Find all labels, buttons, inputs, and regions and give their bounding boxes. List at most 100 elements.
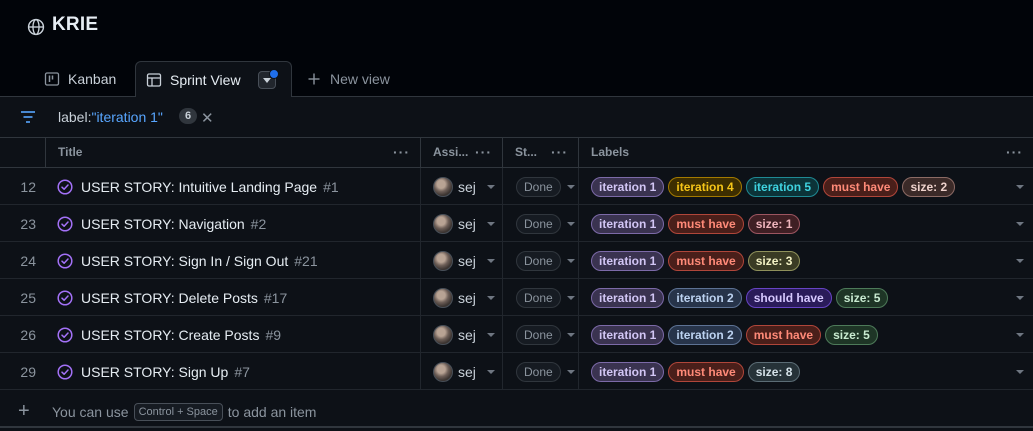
assignee-cell[interactable]: sej: [421, 168, 503, 205]
filter-bar[interactable]: label:"iteration 1" 6 ✕: [0, 97, 1033, 138]
tab-sprint-view[interactable]: Sprint View: [135, 61, 292, 98]
new-view-button[interactable]: New view: [296, 61, 406, 97]
issue-title-link[interactable]: USER STORY: Sign Up: [81, 364, 228, 380]
label-chip[interactable]: iteration 2: [668, 287, 742, 308]
issue-number[interactable]: #17: [264, 290, 287, 306]
label-chip[interactable]: iteration 1: [591, 250, 665, 271]
label-chip[interactable]: must have: [668, 250, 744, 271]
column-menu-icon[interactable]: ···: [393, 138, 410, 166]
label-chip[interactable]: size: 2: [902, 176, 956, 197]
assignee-cell[interactable]: sej: [421, 353, 503, 390]
table-row[interactable]: 24 USER STORY: Sign In / Sign Out #21 se…: [0, 242, 1033, 279]
chevron-down-icon[interactable]: [1016, 296, 1024, 300]
column-menu-icon[interactable]: ···: [1006, 138, 1023, 166]
chevron-down-icon[interactable]: [487, 185, 495, 189]
assignee-cell[interactable]: sej: [421, 242, 503, 279]
table-row[interactable]: 25 USER STORY: Delete Posts #17 sej Done…: [0, 279, 1033, 316]
header-assignees[interactable]: Assi... ···: [421, 138, 503, 168]
filter-query[interactable]: label:"iteration 1": [58, 109, 163, 125]
chevron-down-icon: [263, 78, 271, 83]
label-chip[interactable]: iteration 1: [591, 324, 665, 345]
title-cell[interactable]: USER STORY: Delete Posts #17: [46, 279, 421, 316]
status-cell[interactable]: Done: [503, 353, 579, 390]
title-cell[interactable]: USER STORY: Sign In / Sign Out #21: [46, 242, 421, 279]
column-menu-icon[interactable]: ···: [551, 138, 568, 166]
chevron-down-icon[interactable]: [1016, 333, 1024, 337]
status-cell[interactable]: Done: [503, 316, 579, 353]
issue-number[interactable]: #1: [323, 179, 339, 195]
table-row[interactable]: 23 USER STORY: Navigation #2 sej Done it…: [0, 205, 1033, 242]
chevron-down-icon[interactable]: [567, 333, 575, 337]
chevron-down-icon[interactable]: [1016, 370, 1024, 374]
header-title[interactable]: Title ···: [46, 138, 421, 168]
chevron-down-icon[interactable]: [567, 222, 575, 226]
labels-cell[interactable]: iteration 1 iteration 2 must have size: 5: [579, 316, 1033, 353]
labels-cell[interactable]: iteration 1 iteration 2 should have size: 5: [579, 279, 1033, 316]
chevron-down-icon[interactable]: [1016, 259, 1024, 263]
title-cell[interactable]: USER STORY: Navigation #2: [46, 205, 421, 242]
assignee-cell[interactable]: sej: [421, 316, 503, 353]
label-chip[interactable]: iteration 2: [668, 324, 742, 345]
chevron-down-icon[interactable]: [487, 370, 495, 374]
labels-cell[interactable]: iteration 1 must have size: 3: [579, 242, 1033, 279]
label-chip[interactable]: size: 5: [825, 324, 878, 345]
labels-cell[interactable]: iteration 1 iteration 4 iteration 5 must ha…: [579, 168, 1033, 205]
title-cell[interactable]: USER STORY: Sign Up #7: [46, 353, 421, 390]
header-status[interactable]: St... ···: [503, 138, 579, 168]
label-chip[interactable]: iteration 5: [745, 176, 820, 197]
issue-title-link[interactable]: USER STORY: Delete Posts: [81, 290, 258, 306]
chevron-down-icon[interactable]: [1016, 222, 1024, 226]
label-chip[interactable]: should have: [745, 287, 832, 308]
label-chip[interactable]: iteration 4: [668, 176, 742, 197]
chevron-down-icon[interactable]: [567, 296, 575, 300]
issue-title-link[interactable]: USER STORY: Sign In / Sign Out: [81, 253, 288, 269]
label-chip[interactable]: iteration 1: [591, 361, 665, 382]
table-row[interactable]: 12 USER STORY: Intuitive Landing Page #1…: [0, 168, 1033, 205]
header-labels[interactable]: Labels ···: [579, 138, 1033, 168]
label-chip[interactable]: iteration 1: [591, 213, 665, 234]
add-item-plus-icon[interactable]: +: [18, 400, 30, 423]
issue-title-link[interactable]: USER STORY: Create Posts: [81, 327, 259, 343]
status-cell[interactable]: Done: [503, 168, 579, 205]
assignee-cell[interactable]: sej: [421, 279, 503, 316]
issue-title-link[interactable]: USER STORY: Navigation: [81, 216, 245, 232]
label-chip[interactable]: size: 8: [747, 361, 801, 382]
label-chip[interactable]: must have: [823, 176, 899, 197]
label-chip[interactable]: must have: [745, 324, 822, 345]
table-row[interactable]: 26 USER STORY: Create Posts #9 sej Done …: [0, 316, 1033, 353]
issue-number[interactable]: #7: [234, 364, 250, 380]
tab-kanban[interactable]: Kanban: [34, 61, 134, 97]
assignee-cell[interactable]: sej: [421, 205, 503, 242]
issue-number[interactable]: #21: [294, 253, 317, 269]
issue-title-link[interactable]: USER STORY: Intuitive Landing Page: [81, 179, 317, 195]
status-cell[interactable]: Done: [503, 205, 579, 242]
status-cell[interactable]: Done: [503, 242, 579, 279]
chevron-down-icon[interactable]: [487, 222, 495, 226]
label-chip[interactable]: size: 5: [835, 287, 889, 308]
chevron-down-icon[interactable]: [1016, 185, 1024, 189]
add-item-row[interactable]: + You can use Control + Space to add an …: [0, 391, 1033, 431]
issue-number[interactable]: #2: [251, 216, 267, 232]
labels-cell[interactable]: iteration 1 must have size: 1: [579, 205, 1033, 242]
title-cell[interactable]: USER STORY: Intuitive Landing Page #1: [46, 168, 421, 205]
title-cell[interactable]: USER STORY: Create Posts #9: [46, 316, 421, 353]
label-chip[interactable]: size: 3: [747, 250, 801, 271]
clear-filter-icon[interactable]: ✕: [201, 109, 214, 127]
chevron-down-icon[interactable]: [567, 185, 575, 189]
chevron-down-icon[interactable]: [567, 259, 575, 263]
label-chip[interactable]: size: 1: [747, 213, 801, 234]
label-chip[interactable]: iteration 1: [591, 176, 665, 197]
label-chip[interactable]: must have: [668, 213, 744, 234]
filter-icon[interactable]: [20, 110, 36, 124]
issue-number[interactable]: #9: [265, 327, 281, 343]
label-chip[interactable]: iteration 1: [591, 287, 665, 308]
chevron-down-icon[interactable]: [487, 333, 495, 337]
labels-cell[interactable]: iteration 1 must have size: 8: [579, 353, 1033, 390]
chevron-down-icon[interactable]: [567, 370, 575, 374]
chevron-down-icon[interactable]: [487, 296, 495, 300]
status-cell[interactable]: Done: [503, 279, 579, 316]
chevron-down-icon[interactable]: [487, 259, 495, 263]
table-row[interactable]: 29 USER STORY: Sign Up #7 sej Done itera…: [0, 353, 1033, 390]
column-menu-icon[interactable]: ···: [475, 138, 492, 166]
label-chip[interactable]: must have: [668, 361, 744, 382]
